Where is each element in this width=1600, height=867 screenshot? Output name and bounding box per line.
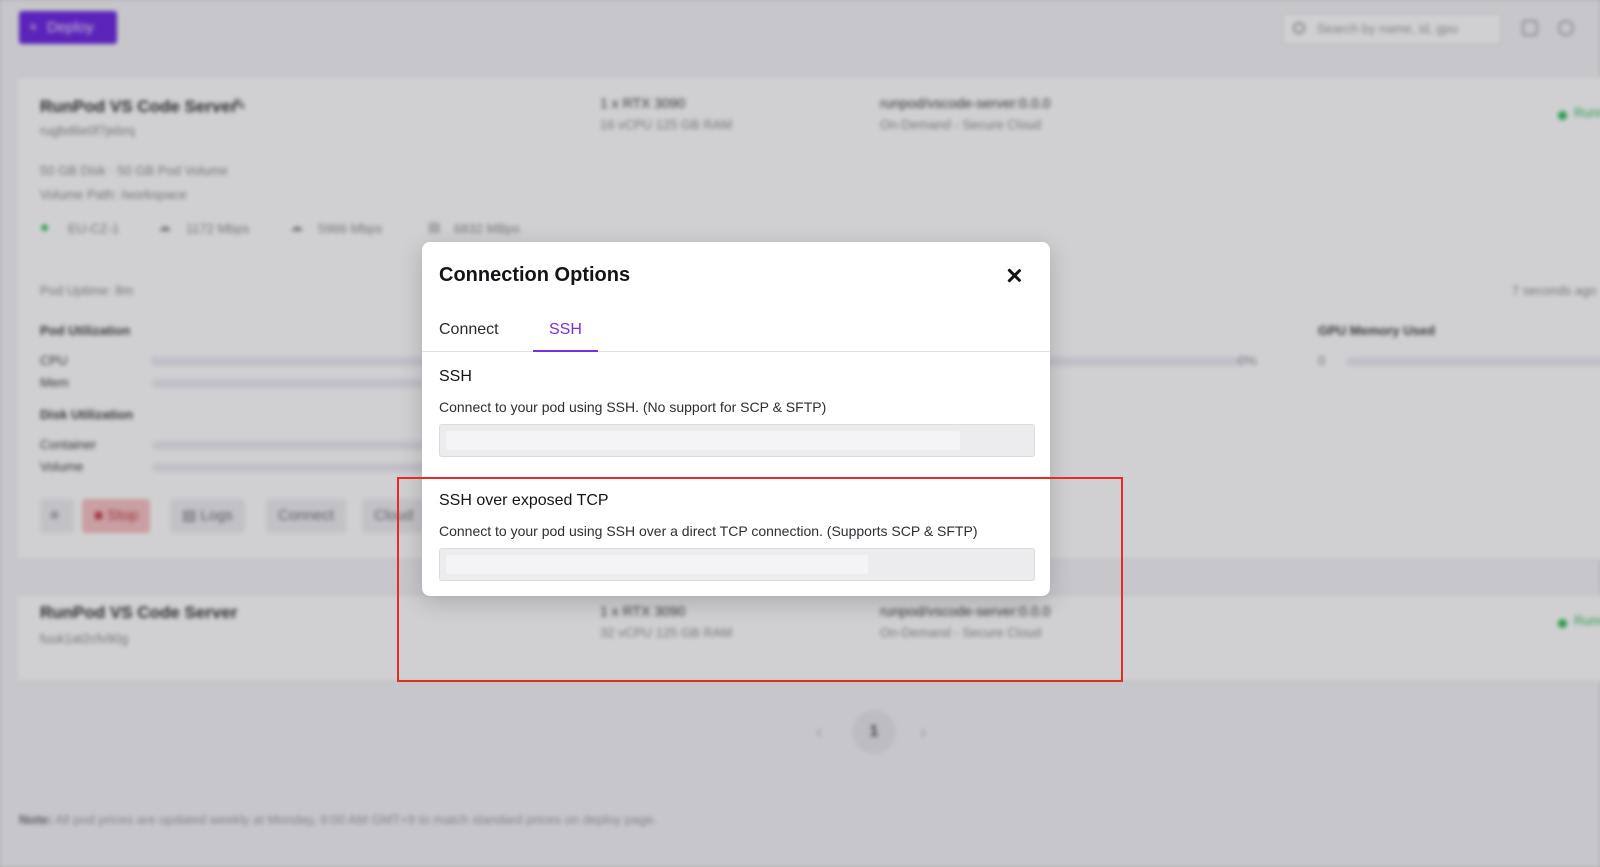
tab-ssh[interactable]: SSH — [533, 308, 598, 352]
connection-options-dialog: Connection Options Connect SSH SSH Conne… — [422, 242, 1050, 596]
ssh-command-value — [446, 431, 960, 450]
dialog-title: Connection Options — [439, 264, 631, 286]
tcp-section-title: SSH over exposed TCP — [439, 492, 609, 509]
ssh-command-field[interactable] — [439, 424, 1035, 457]
tcp-command-field[interactable] — [439, 548, 1035, 581]
tcp-command-value — [446, 555, 868, 574]
ssh-section-description: Connect to your pod using SSH. (No suppo… — [439, 399, 827, 415]
tcp-section-description: Connect to your pod using SSH over a dir… — [439, 523, 978, 539]
tab-bar: Connect SSH — [422, 308, 1050, 352]
ssh-section-title: SSH — [439, 368, 472, 385]
tab-connect[interactable]: Connect — [439, 308, 499, 352]
close-icon[interactable] — [1002, 264, 1026, 288]
